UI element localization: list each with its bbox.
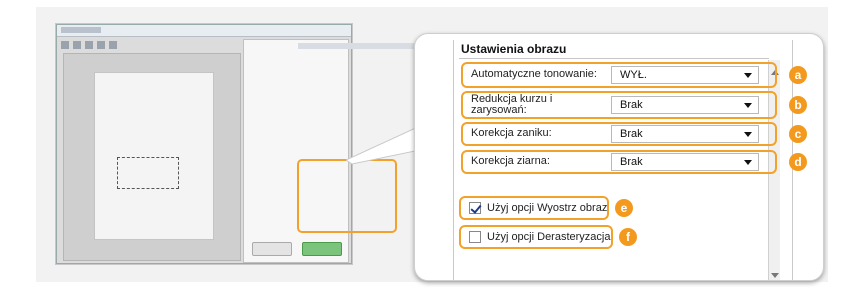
sharpen-checkbox-row[interactable]: Użyj opcji Wyostrz obraz	[467, 199, 607, 217]
descreen-label: Użyj opcji Derasteryzacja	[487, 231, 611, 243]
badge-d: d	[789, 153, 807, 171]
auto-tone-label: Automatyczne tonowanie:	[471, 68, 597, 80]
grain-correction-select[interactable]: Brak	[611, 153, 759, 171]
thumbnail-title-bar	[57, 25, 351, 37]
zoomed-settings-panel: Ustawienia obrazu Automatyczne tonowanie…	[414, 33, 824, 281]
thumbnail-toolbar	[59, 38, 179, 50]
auto-tone-row: Automatyczne tonowanie: WYŁ.	[465, 64, 765, 86]
descreen-checkbox[interactable]	[469, 231, 481, 243]
auto-tone-value: WYŁ.	[620, 69, 647, 81]
chevron-down-icon	[744, 73, 752, 78]
grain-correction-row: Korekcja ziarna: Brak	[465, 151, 765, 173]
app-window-thumbnail	[56, 24, 598, 264]
panel-title: Ustawienia obrazu	[461, 42, 567, 56]
chevron-down-icon	[744, 132, 752, 137]
badge-c: c	[789, 125, 807, 143]
thumbnail-preview-button	[252, 242, 292, 256]
badge-e: e	[615, 199, 633, 217]
dust-scratch-label: Redukcja kurzu i zarysowań:	[471, 93, 553, 116]
dust-scratch-value: Brak	[620, 99, 643, 111]
thumbnail-preview-page	[94, 72, 214, 240]
thumbnail-scan-button	[302, 242, 342, 256]
title-divider	[459, 58, 769, 59]
dust-scratch-row: Redukcja kurzu i zarysowań: Brak	[465, 94, 765, 116]
fade-correction-row: Korekcja zaniku: Brak	[465, 123, 765, 145]
scroll-down-icon[interactable]	[771, 273, 779, 278]
badge-f: f	[619, 228, 637, 246]
sharpen-label: Użyj opcji Wyostrz obraz	[487, 202, 608, 214]
badge-a: a	[789, 66, 807, 84]
descreen-checkbox-row[interactable]: Użyj opcji Derasteryzacja	[467, 228, 613, 246]
chevron-down-icon	[744, 160, 752, 165]
auto-tone-select[interactable]: WYŁ.	[611, 66, 759, 84]
grain-correction-value: Brak	[620, 156, 643, 168]
grain-correction-label: Korekcja ziarna:	[471, 155, 550, 167]
chevron-down-icon	[744, 103, 752, 108]
fade-correction-label: Korekcja zaniku:	[471, 127, 552, 139]
fade-correction-select[interactable]: Brak	[611, 125, 759, 143]
figure: Ustawienia obrazu Automatyczne tonowanie…	[0, 0, 864, 288]
dust-scratch-select[interactable]: Brak	[611, 96, 759, 114]
badge-b: b	[789, 96, 807, 114]
fade-correction-value: Brak	[620, 128, 643, 140]
sharpen-checkbox[interactable]	[469, 202, 481, 214]
thumbnail-preview-area	[63, 53, 241, 261]
thumbnail-selection-frame	[117, 157, 179, 189]
